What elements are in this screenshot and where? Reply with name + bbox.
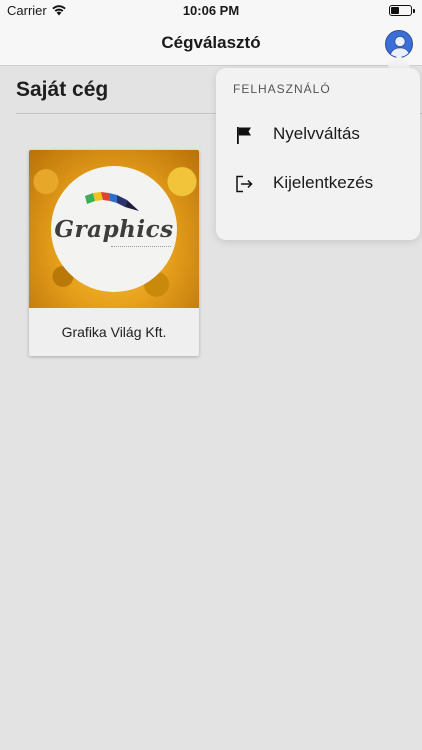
pencil-icon [85, 192, 139, 211]
user-menu: FELHASZNÁLÓ Nyelvváltás Kijelentkezés [216, 68, 420, 240]
battery-icon [389, 5, 415, 16]
logo-tagline [111, 246, 171, 250]
section-title: Saját cég [16, 78, 109, 101]
user-avatar-icon [389, 35, 411, 57]
logout-icon [236, 175, 253, 193]
menu-item-language[interactable]: Nyelvváltás [216, 112, 420, 158]
company-name: Grafika Világ Kft. [61, 324, 167, 340]
menu-header: FELHASZNÁLÓ [233, 82, 331, 96]
page-title: Cégválasztó [161, 33, 261, 52]
flag-icon [237, 127, 251, 144]
clock: 10:06 PM [182, 3, 240, 18]
company-card[interactable]: Graphics Grafika Világ Kft. [29, 150, 199, 356]
status-bar: Carrier 10:06 PM [0, 0, 422, 22]
menu-item-label: Kijelentkezés [273, 173, 374, 192]
screen: Carrier 10:06 PM Cégválasztó Saját cég G… [0, 0, 422, 750]
company-logo: Graphics [51, 166, 177, 292]
logo-text: Graphics [54, 216, 174, 243]
navigation-bar: Cégválasztó [0, 22, 422, 66]
company-image: Graphics [29, 150, 199, 308]
menu-item-label: Nyelvváltás [273, 124, 360, 143]
menu-item-logout[interactable]: Kijelentkezés [216, 161, 420, 207]
